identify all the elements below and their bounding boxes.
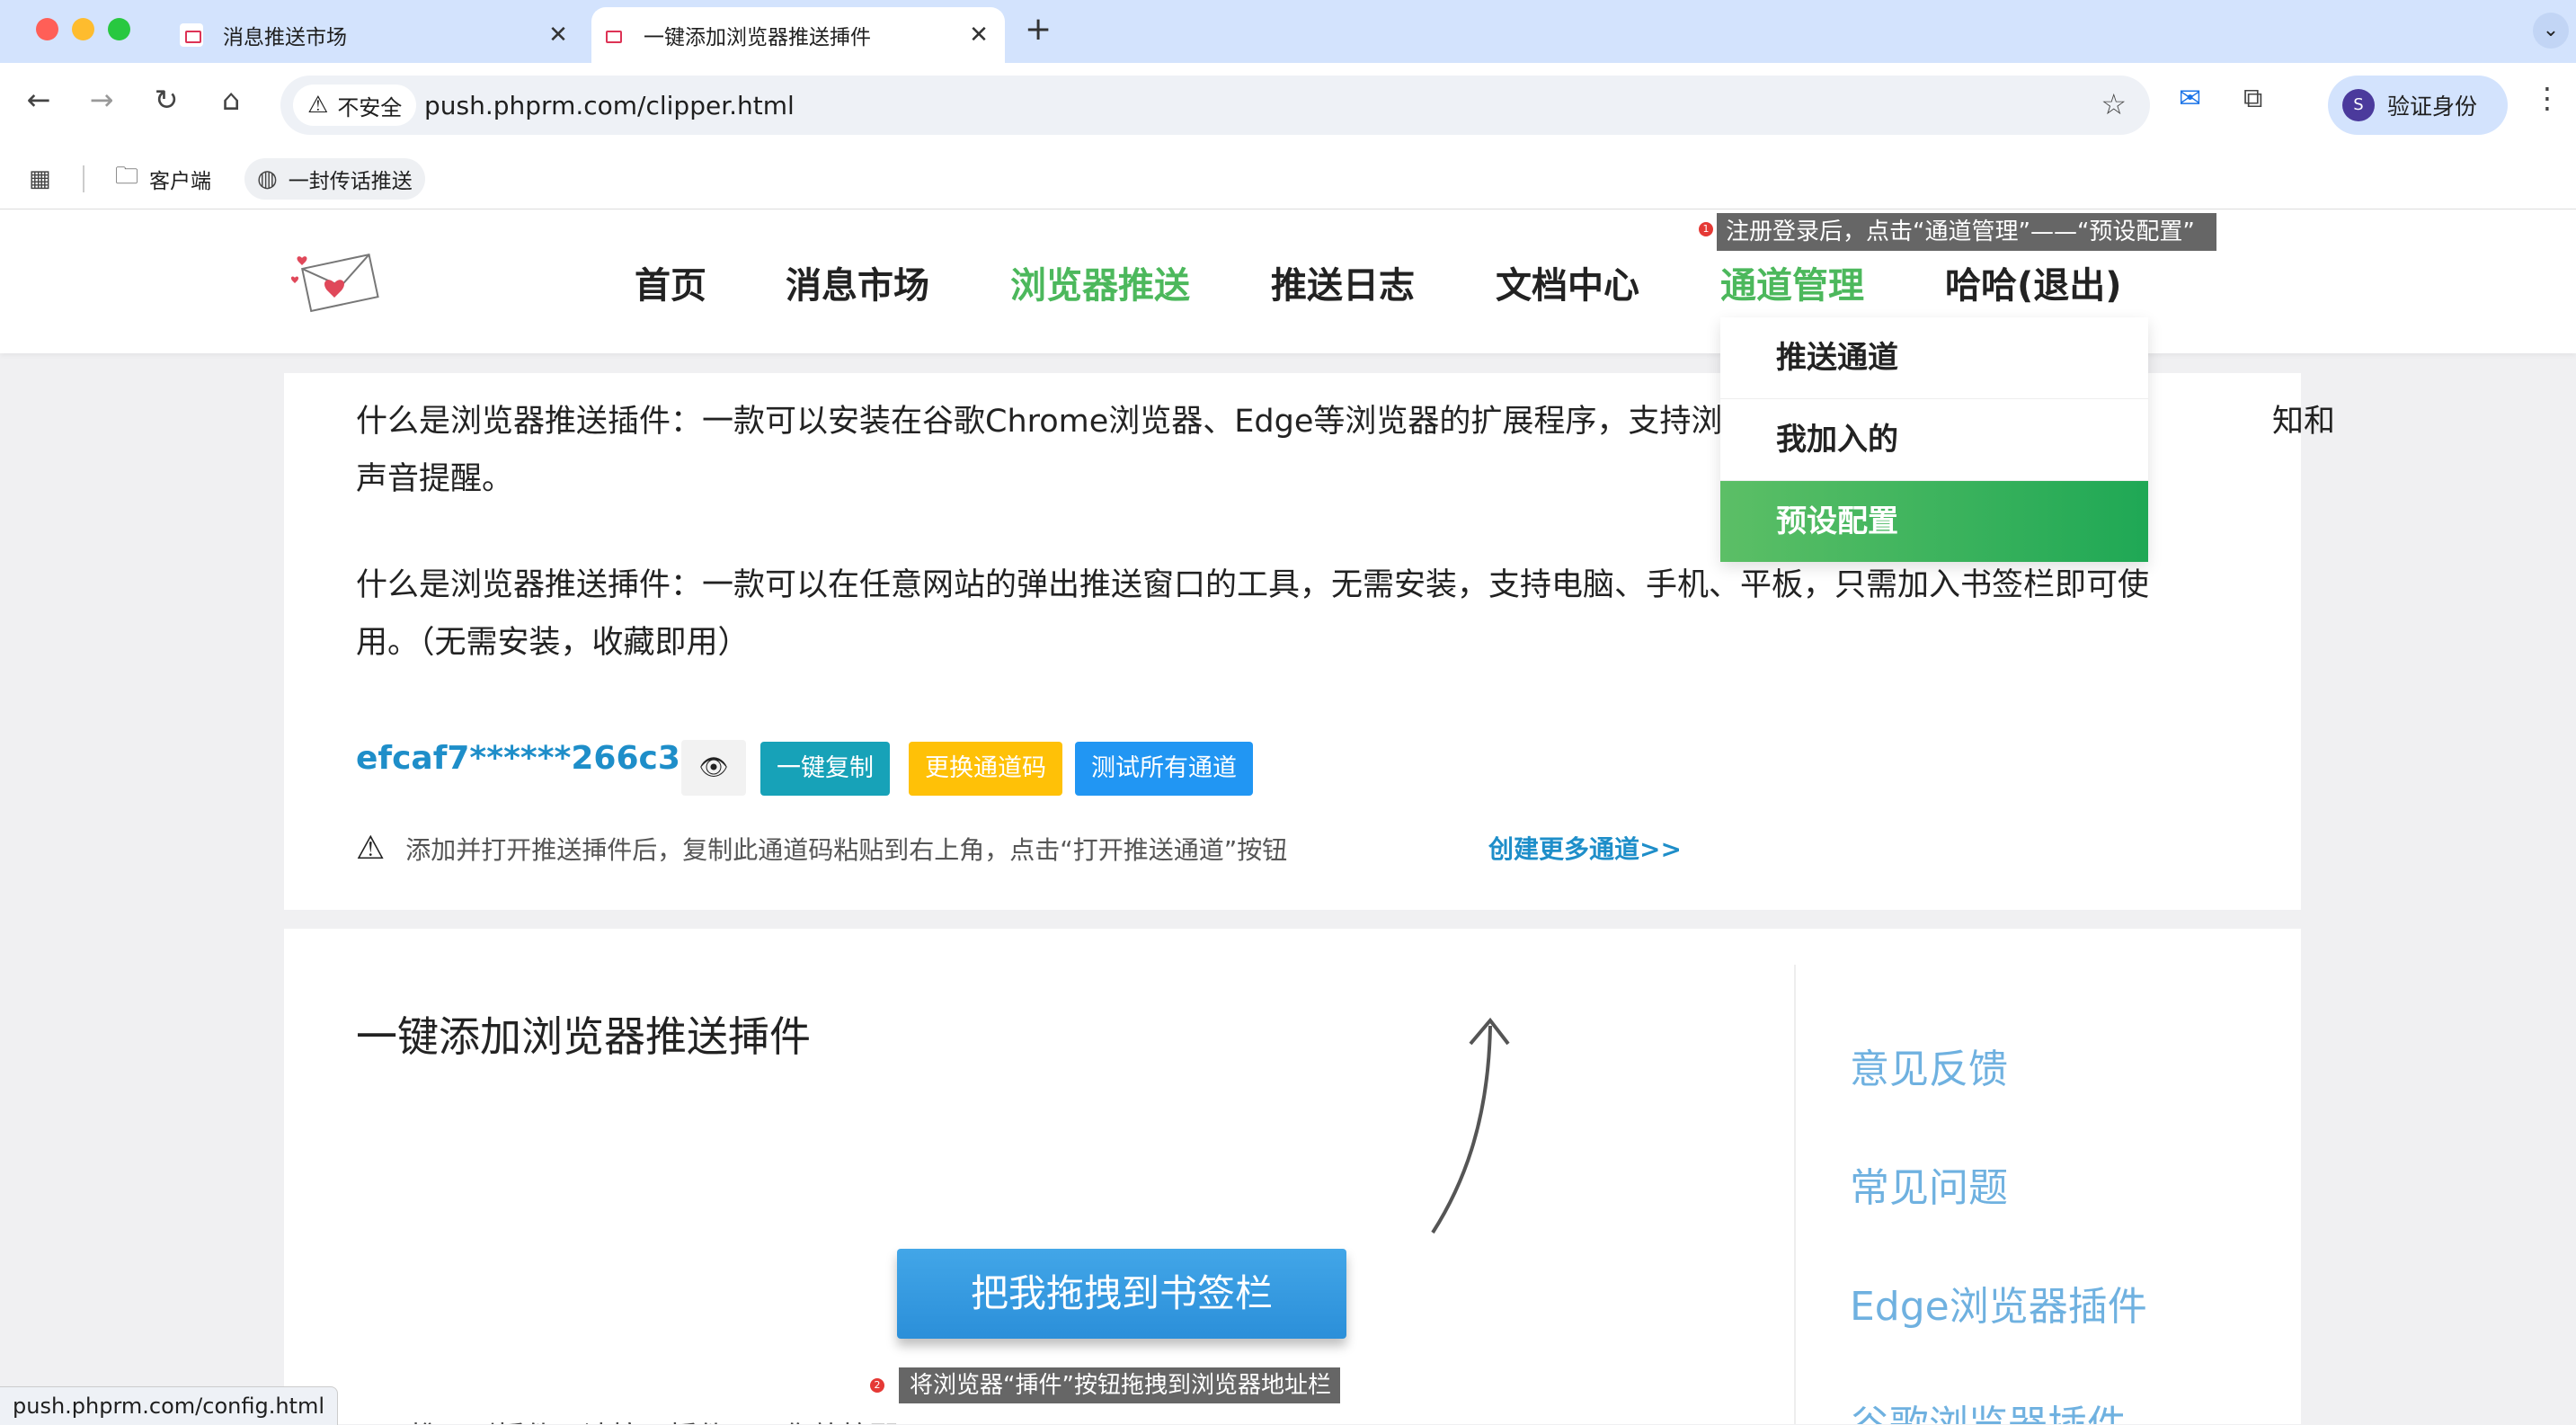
tab-search-chevron-icon[interactable]: ⌄ xyxy=(2533,13,2569,49)
copy-button[interactable]: 一键复制 xyxy=(760,742,890,796)
site-favicon-icon xyxy=(180,23,203,47)
address-bar[interactable]: ⚠ 不安全 push.phprm.com/clipper.html ☆ xyxy=(280,76,2150,135)
bookmark-label: 客户端 xyxy=(149,170,212,193)
nav-home[interactable]: 首页 xyxy=(635,256,706,308)
test-channels-button[interactable]: 测试所有通道 xyxy=(1075,742,1253,796)
change-code-button[interactable]: 更换通道码 xyxy=(909,742,1062,796)
instruction-tooltip: 注册登录后，点击“通道管理”——“预设配置” xyxy=(1717,213,2216,251)
nav-docs[interactable]: 文档中心 xyxy=(1496,256,1639,308)
drag-instruction-tooltip: 将浏览器“挿件”按钮拖拽到浏览器地址栏 xyxy=(899,1367,1340,1403)
warning-hint: ⚠ 添加并打开推送挿件后，复制此通道码粘贴到右上角，点击“打开推送通道”按钮 xyxy=(356,830,1287,867)
intro-paragraph-2: 什么是浏览器推送挿件：一款可以在任意网站的弹出推送窗口的工具，无需安装，支持电脑… xyxy=(356,557,2261,672)
home-icon[interactable]: ⌂ xyxy=(209,83,253,117)
step-badge: 1 xyxy=(1699,222,1713,236)
sidebar-edge-plugin-link[interactable]: Edge浏览器插件 xyxy=(1850,1274,2147,1331)
browser-toolbar: ← → ↻ ⌂ ⚠ 不安全 push.phprm.com/clipper.htm… xyxy=(0,63,2576,149)
create-more-channels-link[interactable]: 创建更多通道>> xyxy=(1488,830,1682,866)
bookmark-label: 一封传话推送 xyxy=(288,170,413,193)
nav-message-market[interactable]: 消息市场 xyxy=(786,256,929,308)
reload-icon[interactable]: ↻ xyxy=(144,83,189,117)
warning-text: 添加并打开推送挿件后，复制此通道码粘贴到右上角，点击“打开推送通道”按钮 xyxy=(405,835,1288,865)
avatar: S xyxy=(2342,89,2375,121)
profile-label: 验证身份 xyxy=(2387,94,2478,120)
status-bar-url: push.phprm.com/config.html xyxy=(0,1386,339,1425)
tab-strip: 消息推送市场 ✕ 一键添加浏览器推送挿件 ✕ + ⌄ xyxy=(0,0,2576,63)
partial-text: 推开到挿件，请按下挿件……你放拉那下面1 xyxy=(410,1414,974,1424)
clipper-card: 一键添加浏览器推送挿件 把我拖拽到书签栏 2 将浏览器“挿件”按钮拖拽到浏览器地… xyxy=(284,929,2301,1424)
tab-title: 一键添加浏览器推送挿件 xyxy=(644,26,871,49)
maximize-window-button[interactable] xyxy=(108,18,130,40)
bookmark-client-folder[interactable]: 🗀 客户端 xyxy=(115,158,211,200)
eye-icon[interactable]: 👁 xyxy=(681,740,746,796)
section-title: 一键添加浏览器推送挿件 xyxy=(356,1012,811,1061)
apps-grid-icon[interactable]: ▦ xyxy=(29,158,62,200)
minimize-window-button[interactable] xyxy=(72,18,94,40)
intro-paragraph-1-line2: 声音提醒。 xyxy=(356,461,514,497)
folder-icon: 🗀 xyxy=(115,163,139,190)
nav-logout[interactable]: 哈哈(退出) xyxy=(1945,256,2122,308)
intro-paragraph-1-line1: 什么是浏览器推送插件：一款可以安装在谷歌Chrome浏览器、Edge等浏览器的扩… xyxy=(356,404,1723,440)
bookmarks-bar: ▦ 🗀 客户端 ◍ 一封传话推送 xyxy=(0,149,2576,209)
curved-arrow-icon xyxy=(1431,1017,1510,1234)
sidebar-faq-link[interactable]: 常见问题 xyxy=(1850,1155,2008,1213)
tab-title: 消息推送市场 xyxy=(223,26,347,49)
intro-paragraph-2-line2: 用。（无需安装，收藏即用） xyxy=(356,625,750,661)
close-icon[interactable]: ✕ xyxy=(543,22,573,49)
intro-paragraph-2-line1: 什么是浏览器推送挿件：一款可以在任意网站的弹出推送窗口的工具，无需安装，支持电脑… xyxy=(356,567,2150,603)
nav-browser-push[interactable]: 浏览器推送 xyxy=(1010,256,1190,308)
sidebar-divider xyxy=(1794,965,1796,1424)
warning-triangle-icon: ⚠ xyxy=(356,830,386,867)
profile-button[interactable]: S 验证身份 xyxy=(2328,76,2508,135)
extension-message-icon[interactable]: ✉ xyxy=(2179,83,2201,114)
extensions-puzzle-icon[interactable]: ⧉ xyxy=(2243,83,2262,114)
back-arrow-icon[interactable]: ← xyxy=(16,83,61,117)
bookmark-divider xyxy=(83,165,84,192)
new-tab-plus-icon[interactable]: + xyxy=(1025,11,1052,48)
menu-kebab-icon[interactable]: ⋮ xyxy=(2533,81,2562,115)
tab-message-market[interactable]: 消息推送市场 ✕ xyxy=(171,7,584,63)
security-chip[interactable]: ⚠ 不安全 xyxy=(293,85,417,126)
envelope-heart-logo-icon[interactable] xyxy=(289,247,386,316)
sidebar-chrome-plugin-link[interactable]: 谷歌浏览器插件 xyxy=(1850,1393,2127,1424)
forward-arrow-icon[interactable]: → xyxy=(79,83,124,117)
page-viewport: 首页 消息市场 浏览器推送 推送日志 文档中心 通道管理 哈哈(退出) 1 注册… xyxy=(0,209,2576,1424)
channel-code: efcaf7******266c33 xyxy=(356,740,703,777)
channel-management-dropdown: 推送通道 我加入的 预设配置 xyxy=(1720,317,2148,562)
menu-item-preset-config[interactable]: 预设配置 xyxy=(1720,481,2148,562)
security-label: 不安全 xyxy=(337,94,403,120)
close-icon[interactable]: ✕ xyxy=(964,22,994,49)
step-badge: 2 xyxy=(870,1378,884,1393)
warning-triangle-icon: ⚠ xyxy=(307,92,329,119)
bookmark-push[interactable]: ◍ 一封传话推送 xyxy=(244,158,425,200)
tab-clipper[interactable]: 一键添加浏览器推送挿件 ✕ xyxy=(591,7,1005,63)
intro-paragraph-1: 什么是浏览器推送插件：一款可以安装在谷歌Chrome浏览器、Edge等浏览器的扩… xyxy=(356,393,2495,508)
menu-item-push-channels[interactable]: 推送通道 xyxy=(1720,317,2148,399)
intro-paragraph-1-tail: 知和 xyxy=(2272,404,2336,440)
nav-channel-management[interactable]: 通道管理 xyxy=(1720,256,1864,308)
nav-push-log[interactable]: 推送日志 xyxy=(1271,256,1415,308)
site-favicon-icon xyxy=(600,23,624,47)
sidebar-feedback-link[interactable]: 意见反馈 xyxy=(1850,1037,2008,1094)
drag-to-bookmark-button[interactable]: 把我拖拽到书签栏 xyxy=(897,1249,1346,1339)
globe-icon: ◍ xyxy=(257,165,278,192)
bookmark-star-icon[interactable]: ☆ xyxy=(2101,87,2127,121)
menu-item-joined[interactable]: 我加入的 xyxy=(1720,399,2148,481)
url-text[interactable]: push.phprm.com/clipper.html xyxy=(424,91,795,120)
close-window-button[interactable] xyxy=(36,18,58,40)
